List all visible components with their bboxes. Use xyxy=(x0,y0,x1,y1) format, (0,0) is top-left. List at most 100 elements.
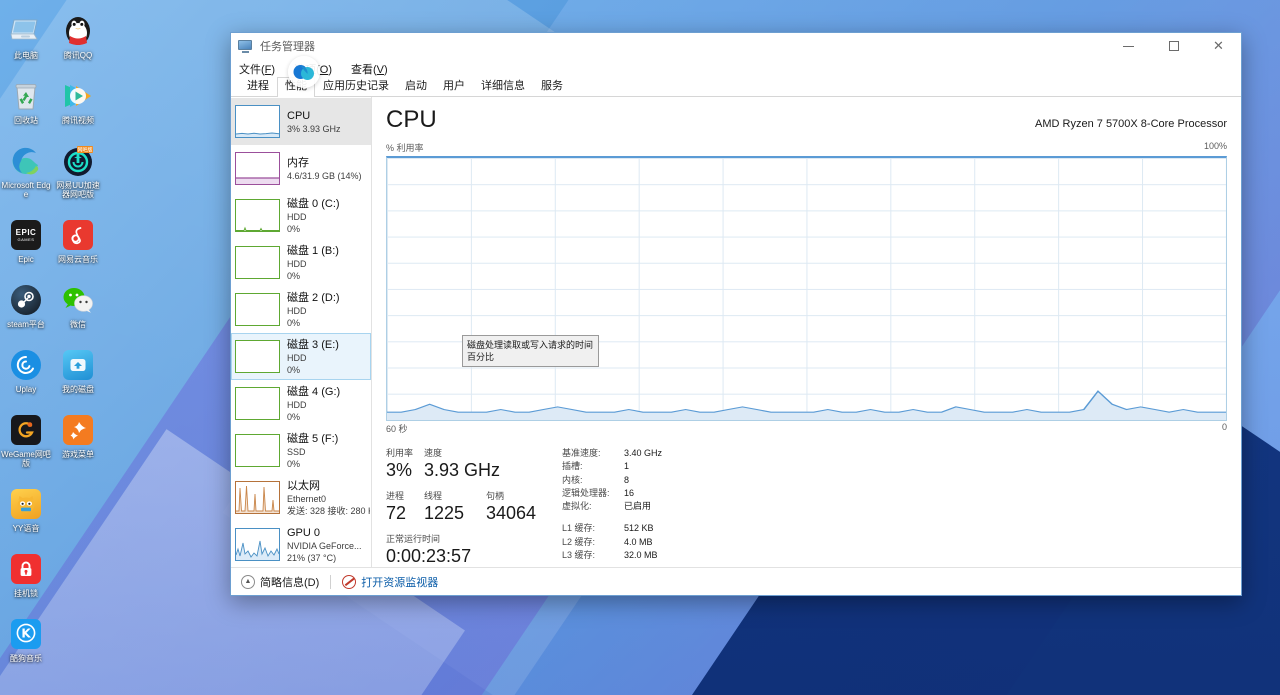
minimize-button[interactable] xyxy=(1106,33,1151,60)
desktop-icon-tencent-video[interactable]: 腾讯视频 xyxy=(52,75,104,127)
stats-value-row: 3% 3.93 GHz xyxy=(386,459,556,481)
desktop-icon-kugou-music[interactable]: K 酷狗音乐 xyxy=(0,613,52,665)
sidebar-item-cpu[interactable]: CPU 3% 3.93 GHz xyxy=(231,98,371,145)
svg-text:K: K xyxy=(21,626,31,640)
task-manager-window: 任务管理器 ✕ 文件(F) 选项(O) 查看(V) 进程 性能 应用历史记录 启… xyxy=(230,32,1242,596)
my-disk-icon xyxy=(61,348,95,382)
disk-thumbnail xyxy=(235,199,280,232)
desktop-icon-label: 腾讯QQ xyxy=(63,51,93,60)
desktop-icon-my-disk[interactable]: 我的磁盘 xyxy=(52,344,104,396)
sidebar-item-title: 磁盘 2 (D:) xyxy=(287,291,340,304)
status-bar: ▲ 简略信息(D) 打开资源监视器 xyxy=(231,567,1241,595)
disk-thumbnail xyxy=(235,434,280,467)
desktop-icon-label: Epic xyxy=(18,255,34,264)
graph-y-max-label: 100% xyxy=(1203,141,1227,151)
sidebar-item-disk-0[interactable]: 磁盘 0 (C:) HDD 0% xyxy=(231,192,371,239)
tab-startup[interactable]: 启动 xyxy=(397,77,435,96)
sidebar-item-disk-1[interactable]: 磁盘 1 (B:) HDD 0% xyxy=(231,239,371,286)
desktop-icon-recycle-bin[interactable]: 回收站 xyxy=(0,75,52,127)
graph-x-left-label: 60 秒 xyxy=(386,424,408,434)
stats-header-row: 利用率 速度 xyxy=(386,447,556,459)
open-resource-monitor-label: 打开资源监视器 xyxy=(361,576,439,589)
this-pc-icon xyxy=(9,14,43,48)
sidebar-item-title: 磁盘 1 (B:) xyxy=(287,244,339,257)
netease-uu-icon: 网吧版 xyxy=(61,144,95,178)
sidebar-item-text: 以太网 Ethernet0 发送: 328 接收: 280 Kb xyxy=(287,479,370,517)
detail-row: L3 缓存: 32.0 MB xyxy=(562,549,1227,562)
fewer-details-button[interactable]: ▲ 简略信息(D) xyxy=(241,574,319,590)
desktop-icon-label: 回收站 xyxy=(14,116,38,125)
recycle-bin-icon xyxy=(9,79,43,113)
sidebar-item-sub2: 0% xyxy=(287,411,301,422)
desktop-icon-this-pc[interactable]: 此电脑 xyxy=(0,10,52,62)
sidebar-item-text: 内存 4.6/31.9 GB (14%) xyxy=(287,156,362,182)
graph-axis-labels: % 利用率 100% xyxy=(386,141,1227,154)
desktop-icon-edge[interactable]: Microsoft Edge xyxy=(0,140,52,201)
tab-details[interactable]: 详细信息 xyxy=(473,77,533,96)
desktop-icon-label: Uplay xyxy=(15,385,37,394)
close-button[interactable]: ✕ xyxy=(1196,33,1241,60)
sidebar-item-disk-3[interactable]: 磁盘 3 (E:) HDD 0% xyxy=(231,333,371,380)
detail-row: L2 缓存: 4.0 MB xyxy=(562,536,1227,549)
sidebar-item-gpu-0[interactable]: GPU 0 NVIDIA GeForce... 21% (37 °C) xyxy=(231,521,371,567)
handles-value: 34064 xyxy=(486,503,537,523)
sidebar-item-memory[interactable]: 内存 4.6/31.9 GB (14%) xyxy=(231,145,371,192)
desktop-icon-label: WeGame网吧版 xyxy=(1,450,51,468)
sidebar-item-sub2: 0% xyxy=(287,223,301,234)
desktop-icon-netease-uu[interactable]: 网吧版 网易UU加速器网吧版 xyxy=(52,140,104,201)
maximize-button[interactable] xyxy=(1151,33,1196,60)
sidebar-item-text: 磁盘 4 (G:) HDD 0% xyxy=(287,385,340,423)
desktop-icon-idle-lock[interactable]: 挂机锁 xyxy=(0,548,52,600)
menu-file[interactable]: 文件(F) xyxy=(239,60,284,78)
desktop-icon-qq[interactable]: 腾讯QQ xyxy=(52,10,104,62)
sidebar-item-disk-5[interactable]: 磁盘 5 (F:) SSD 0% xyxy=(231,427,371,474)
desktop-icon-wegame[interactable]: WeGame网吧版 xyxy=(0,409,52,470)
sidebar-item-title: 磁盘 0 (C:) xyxy=(287,197,340,210)
sidebar-item-sub2: 发送: 328 接收: 280 Kb xyxy=(287,505,370,516)
detail-key: 内核: xyxy=(562,474,583,485)
detail-key: 虚拟化: xyxy=(562,501,592,512)
desktop-icon-steam[interactable]: steam平台 xyxy=(0,279,52,331)
desktop-icon-row: 挂机锁 xyxy=(0,544,110,609)
sidebar-item-sub: 3% 3.93 GHz xyxy=(287,123,341,134)
memory-thumbnail xyxy=(235,152,280,185)
detail-key: L3 缓存: xyxy=(562,550,596,561)
sidebar-item-title: CPU xyxy=(287,109,311,122)
desktop-icon-yy-voice[interactable]: YY语音 xyxy=(0,483,52,535)
desktop-icon-label: 微信 xyxy=(70,320,86,329)
sidebar-item-text: GPU 0 NVIDIA GeForce... 21% (37 °C) xyxy=(287,526,362,564)
graph-time-labels: 60 秒 0 xyxy=(386,422,1227,435)
sidebar-item-disk-2[interactable]: 磁盘 2 (D:) HDD 0% xyxy=(231,286,371,333)
detail-row: L1 缓存: 512 KB xyxy=(562,522,1227,535)
resource-sidebar[interactable]: CPU 3% 3.93 GHz 内存 4.6/31.9 GB (14%) 磁盘 … xyxy=(231,97,372,567)
tab-users[interactable]: 用户 xyxy=(435,77,473,96)
sidebar-item-sub2: 0% xyxy=(287,364,301,375)
tab-services[interactable]: 服务 xyxy=(533,77,571,96)
tab-app-history[interactable]: 应用历史记录 xyxy=(315,77,397,96)
open-resource-monitor-link[interactable]: 打开资源监视器 xyxy=(342,574,438,590)
qq-penguin-icon xyxy=(61,14,95,48)
desktop-icon-game-menu[interactable]: 游戏菜单 xyxy=(52,409,104,470)
disk-thumbnail xyxy=(235,293,280,326)
fewer-details-label: 简略信息(D) xyxy=(260,576,320,589)
sidebar-item-sub: SSD xyxy=(287,446,306,457)
status-divider xyxy=(330,574,332,589)
desktop-icon-netease-music[interactable]: 网易云音乐 xyxy=(52,214,104,266)
desktop-icon-epic[interactable]: EPIC GAMES Epic xyxy=(0,214,52,266)
detail-key: L2 缓存: xyxy=(562,536,596,547)
tab-processes[interactable]: 进程 xyxy=(239,77,277,96)
desktop-icon-label: steam平台 xyxy=(7,320,45,329)
sidebar-item-title: 以太网 xyxy=(287,479,320,492)
wegame-icon xyxy=(9,413,43,447)
cpu-utilization-graph xyxy=(386,156,1227,421)
window-titlebar[interactable]: 任务管理器 ✕ xyxy=(231,33,1241,60)
speed-label: 速度 xyxy=(424,448,443,458)
sidebar-item-disk-4[interactable]: 磁盘 4 (G:) HDD 0% xyxy=(231,380,371,427)
detail-row: 逻辑处理器: 16 xyxy=(562,487,1227,500)
desktop-icon-wechat[interactable]: 微信 xyxy=(52,279,104,331)
sidebar-item-ethernet[interactable]: 以太网 Ethernet0 发送: 328 接收: 280 Kb xyxy=(231,474,371,521)
desktop-icon-uplay[interactable]: Uplay xyxy=(0,344,52,396)
detail-value: 3.40 GHz xyxy=(624,448,663,458)
sidebar-item-sub: HDD xyxy=(287,258,307,269)
menu-view[interactable]: 查看(V) xyxy=(351,60,397,78)
